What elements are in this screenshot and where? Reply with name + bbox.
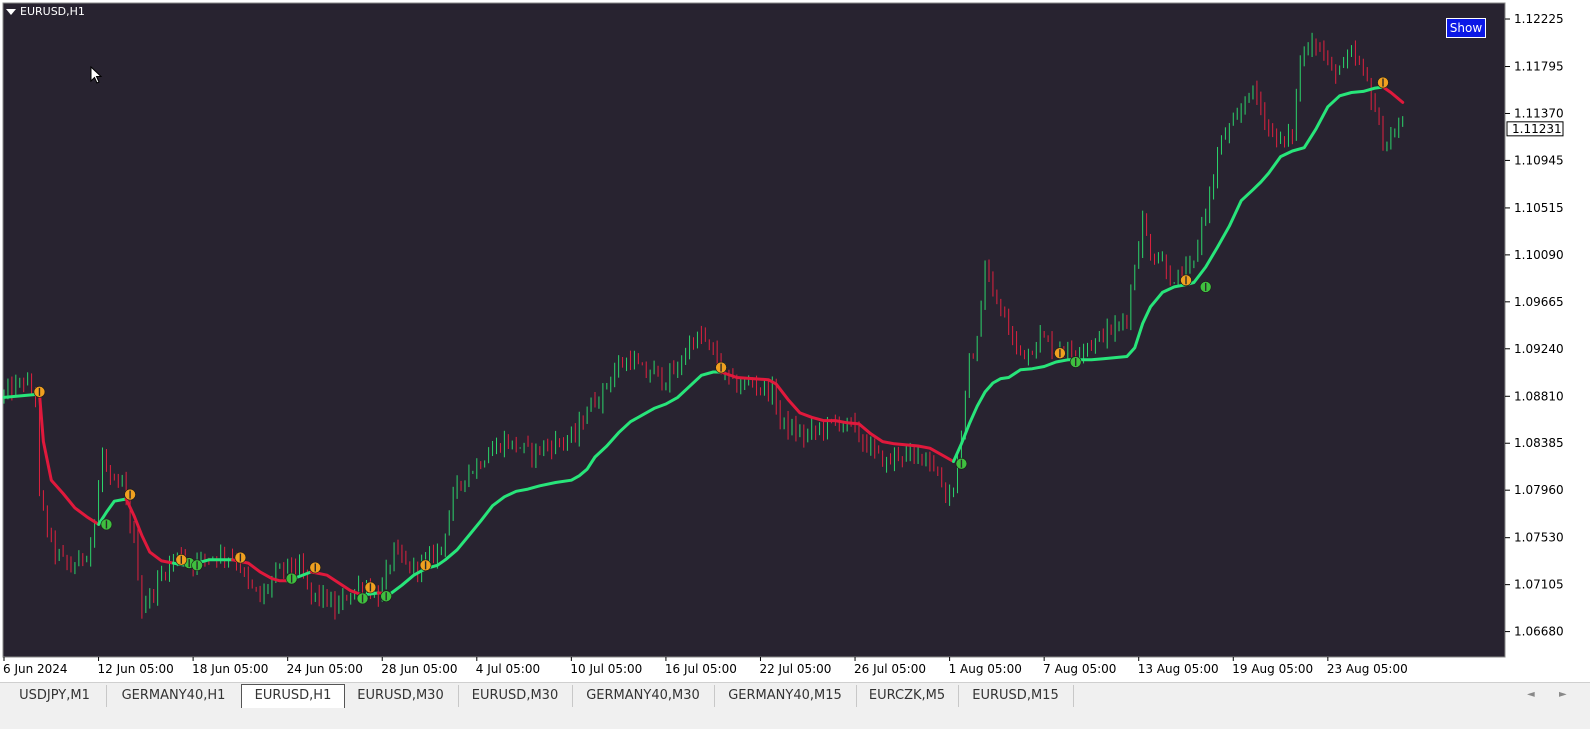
sell-signal-icon [234,551,247,564]
x-tick-label: 18 Jun 05:00 [192,662,268,676]
y-tick-label: 1.07105 [1514,578,1564,592]
y-tick-label: 1.06680 [1514,625,1564,639]
y-tick-label: 1.10090 [1514,248,1564,262]
buy-signal-icon [1069,356,1082,368]
chart-tab[interactable]: EURUSD,M30 [458,685,573,707]
chart-menu-triangle-icon[interactable] [6,9,16,15]
mouse-cursor-icon [90,66,103,84]
chart-tab[interactable]: EURCZK,M5 [856,685,959,707]
x-tick-label: 23 Aug 05:00 [1327,662,1408,676]
chart-tabs-bar: USDJPY,M1 GERMANY40,H1 EURUSD,H1 EURUSD,M30… [0,682,1590,729]
sell-signal-icon [175,553,188,566]
y-tick-label: 1.09240 [1514,342,1564,356]
sell-signal-icon [124,488,136,501]
x-tick-label: 22 Jul 05:00 [759,662,831,676]
x-tick-label: 24 Jun 05:00 [287,662,363,676]
x-tick-label: 12 Jun 05:00 [98,662,174,676]
y-tick-label: 1.08385 [1514,436,1564,450]
y-tick-label: 1.10515 [1514,201,1564,215]
buy-signal-icon [955,457,968,470]
sell-signal-icon [364,581,377,594]
x-tick-label: 16 Jul 05:00 [665,662,737,676]
chart-window[interactable]: 1.12225 1.11795 1.11370 1.10945 1.10515 1.100… [0,0,1590,682]
sell-signal-icon [33,386,46,398]
y-tick-label: 1.12225 [1514,12,1564,26]
chart-tab[interactable]: GERMANY40,M30 [572,685,715,707]
y-tick-label: 1.10945 [1514,153,1564,167]
buy-signal-icon [100,518,113,531]
chart-tab[interactable]: GERMANY40,M15 [714,685,857,707]
show-button[interactable]: Show [1446,18,1486,38]
y-tick-label: 1.11370 [1514,106,1564,120]
current-price-label: 1.11231 [1512,122,1562,136]
x-tick-label: 26 Jul 05:00 [854,662,926,676]
sell-signal-icon [1054,347,1066,359]
sell-signal-icon [1377,76,1389,89]
y-tick-label: 1.07530 [1514,531,1564,545]
buy-signal-icon [191,559,203,572]
symbol-timeframe-label: EURUSD,H1 [20,5,85,18]
tabs-scroll-left-icon[interactable]: ◄ [1527,689,1535,700]
chart-tab[interactable]: EURUSD,M15 [958,685,1074,707]
sell-signal-icon [419,559,432,572]
x-tick-label: 13 Aug 05:00 [1138,662,1219,676]
chart-tab[interactable]: USDJPY,M1 [3,685,107,707]
sell-signal-icon [309,561,322,574]
x-tick-label: 19 Aug 05:00 [1232,662,1313,676]
x-tick-label: 6 Jun 2024 [3,662,68,676]
sell-signal-icon [715,361,727,374]
buy-signal-icon [356,592,369,605]
chart-tab[interactable]: EURUSD,M30 [343,685,459,707]
sell-signal-icon [1180,274,1192,287]
tabs-scroll-right-icon[interactable]: ► [1559,689,1567,700]
buy-signal-icon [285,572,298,585]
price-chart[interactable]: 1.12225 1.11795 1.11370 1.10945 1.10515 1.100… [0,0,1590,682]
x-tick-label: 4 Jul 05:00 [476,662,540,676]
y-tick-label: 1.09665 [1514,295,1564,309]
x-tick-label: 28 Jun 05:00 [381,662,457,676]
y-tick-label: 1.11795 [1514,60,1564,74]
buy-signal-icon [1199,281,1212,293]
y-tick-label: 1.07960 [1514,483,1564,497]
chart-tab[interactable]: GERMANY40,H1 [106,685,242,707]
chart-tab[interactable]: EURUSD,H1 [241,684,345,708]
buy-signal-icon [380,590,392,603]
x-tick-label: 1 Aug 05:00 [949,662,1022,676]
x-tick-label: 7 Aug 05:00 [1043,662,1116,676]
y-tick-label: 1.08810 [1514,389,1564,403]
x-tick-label: 10 Jul 05:00 [570,662,642,676]
